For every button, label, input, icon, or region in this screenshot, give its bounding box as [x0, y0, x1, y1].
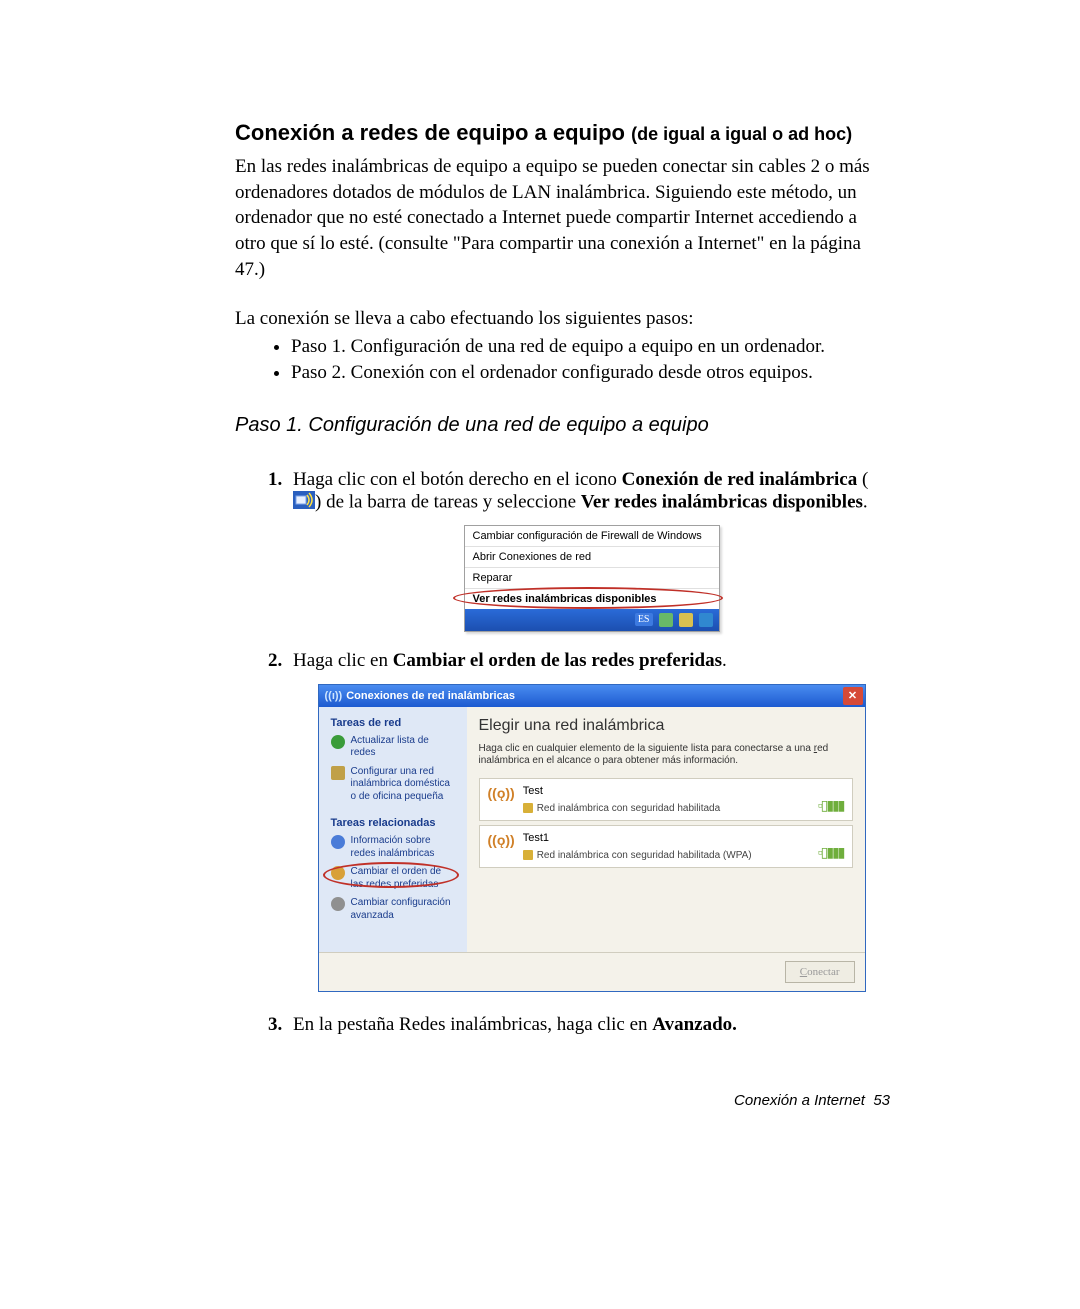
dialog-titlebar: ((ı)) Conexiones de red inalámbricas ✕ — [319, 685, 865, 707]
tray-icon[interactable] — [659, 613, 673, 627]
sidebar-heading-tasks: Tareas de red — [331, 717, 457, 729]
lock-icon — [523, 850, 533, 860]
menu-item-view-networks[interactable]: Ver redes inalámbricas disponibles — [465, 588, 719, 609]
tray-icon[interactable] — [679, 613, 693, 627]
menu-item-repair[interactable]: Reparar — [465, 567, 719, 588]
wireless-networks-dialog: ((ı)) Conexiones de red inalámbricas ✕ T… — [318, 684, 866, 992]
sidebar-link-refresh[interactable]: Actualizar lista de redes — [331, 735, 457, 760]
main-heading: Elegir una red inalámbrica — [479, 717, 853, 735]
network-name: Test — [523, 785, 810, 797]
heading-main: Conexión a redes de equipo a equipo — [235, 120, 631, 145]
network-name: Test1 — [523, 832, 810, 844]
gear-icon — [331, 897, 345, 911]
close-button[interactable]: ✕ — [843, 687, 863, 705]
dialog-footer: Conectar — [319, 952, 865, 991]
page-footer: Conexión a Internet 53 — [734, 1092, 890, 1109]
step-1: Haga clic con el botón derecho en el ico… — [287, 469, 890, 632]
lock-icon — [523, 803, 533, 813]
taskbar: ES — [465, 609, 719, 631]
sidebar-link-info[interactable]: Información sobre redes inalámbricas — [331, 835, 457, 860]
step-2: Haga clic en Cambiar el orden de las red… — [287, 650, 890, 992]
sidebar-link-setup[interactable]: Configurar una red inalámbrica doméstica… — [331, 766, 457, 804]
menu-item-firewall[interactable]: Cambiar configuración de Firewall de Win… — [465, 526, 719, 546]
list-item: Paso 2. Conexión con el ordenador config… — [291, 362, 890, 384]
step-3: En la pestaña Redes inalámbricas, haga c… — [287, 1014, 890, 1036]
star-icon — [331, 866, 345, 880]
home-icon — [331, 766, 345, 780]
intro-paragraph: En las redes inalámbricas de equipo a eq… — [235, 154, 890, 282]
network-desc: Red inalámbrica con seguridad habilitada… — [523, 850, 810, 861]
tray-icon[interactable] — [699, 613, 713, 627]
step1-title: Paso 1. Configuración de una red de equi… — [235, 414, 890, 437]
dialog-sidebar: Tareas de red Actualizar lista de redes … — [319, 707, 467, 952]
menu-item-open-connections[interactable]: Abrir Conexiones de red — [465, 546, 719, 567]
signal-icon: ▫▯▮▮▮ — [818, 797, 844, 814]
list-item: Paso 1. Configuración de una red de equi… — [291, 336, 890, 358]
info-icon — [331, 835, 345, 849]
sidebar-link-change-order[interactable]: Cambiar el orden de las redes preferidas — [331, 866, 457, 891]
wireless-tray-icon — [293, 491, 315, 515]
context-menu: Cambiar configuración de Firewall de Win… — [464, 525, 720, 632]
steps-overview-list: Paso 1. Configuración de una red de equi… — [291, 336, 890, 384]
antenna-icon: ((ı)) — [325, 690, 343, 702]
lead-paragraph: La conexión se lleva a cabo efectuando l… — [235, 306, 890, 332]
main-hint: Haga clic en cualquier elemento de la si… — [479, 743, 853, 768]
network-desc: Red inalámbrica con seguridad habilitada — [523, 803, 810, 814]
signal-icon: ▫▯▮▮▮ — [818, 844, 844, 861]
sidebar-heading-related: Tareas relacionadas — [331, 817, 457, 829]
antenna-icon: ((ǫ)) — [488, 832, 515, 848]
dialog-title: Conexiones de red inalámbricas — [346, 690, 842, 702]
heading-sub: (de igual a igual o ad hoc) — [631, 124, 852, 144]
network-item[interactable]: ((ǫ)) Test1 Red inalámbrica con segurida… — [479, 825, 853, 868]
antenna-icon: ((ǫ)) — [488, 785, 515, 801]
connect-button[interactable]: Conectar — [785, 961, 855, 983]
network-item[interactable]: ((ǫ)) Test Red inalámbrica con seguridad… — [479, 778, 853, 821]
dialog-main: Elegir una red inalámbrica Haga clic en … — [467, 707, 865, 952]
language-indicator[interactable]: ES — [635, 613, 653, 626]
sidebar-link-advanced[interactable]: Cambiar configuración avanzada — [331, 897, 457, 922]
refresh-icon — [331, 735, 345, 749]
section-heading: Conexión a redes de equipo a equipo (de … — [235, 120, 890, 146]
